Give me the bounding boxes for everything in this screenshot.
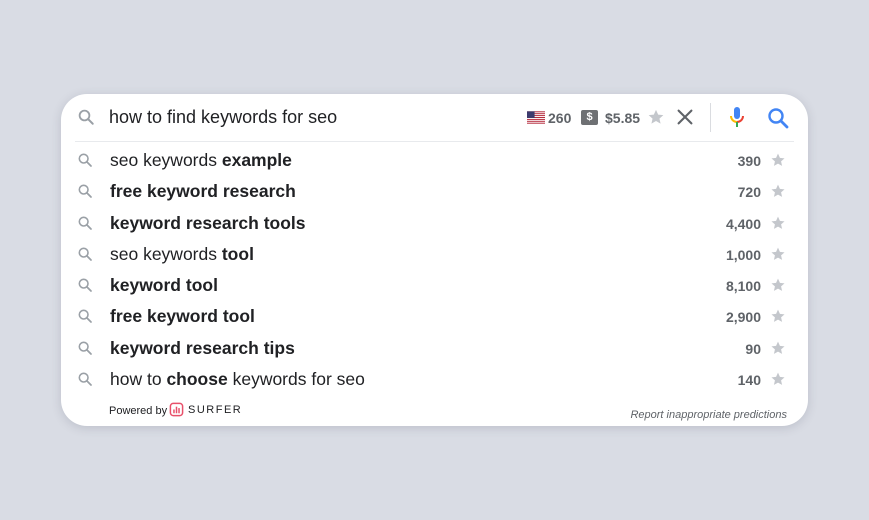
search-bar: 260 $ $5.85 xyxy=(61,94,808,141)
star-icon[interactable] xyxy=(770,277,786,293)
search-icon xyxy=(78,153,92,167)
suggestion-text-bold: example xyxy=(221,150,292,170)
mic-icon[interactable] xyxy=(725,105,749,129)
suggestion-volume: 140 xyxy=(737,372,761,389)
star-icon[interactable] xyxy=(770,246,786,262)
search-icon xyxy=(78,216,92,230)
suggestion-volume: 4,400 xyxy=(725,215,761,232)
suggestion-volume: 90 xyxy=(745,340,761,357)
surfer-brand: SURFER xyxy=(188,404,243,416)
star-icon[interactable] xyxy=(770,308,786,324)
suggestion-text-bold: choose xyxy=(166,369,228,390)
suggestion-text-bold: free keyword tool xyxy=(110,306,255,327)
search-icon xyxy=(78,184,92,199)
search-icon xyxy=(78,310,92,324)
search-icon xyxy=(78,109,94,125)
suggestion-volume: 2,900 xyxy=(725,309,761,326)
suggestion-item[interactable]: how to choose keywords for seo 140 xyxy=(61,364,808,395)
suggestion-volume: 8,100 xyxy=(725,278,761,295)
suggestion-text-bold: free keyword research xyxy=(110,181,296,202)
suggestion-text-bold: tool xyxy=(221,243,254,264)
divider xyxy=(710,103,711,132)
star-icon[interactable] xyxy=(770,340,786,356)
suggestion-item[interactable]: free keyword research 720 xyxy=(61,176,808,207)
suggestion-text-plain: how to xyxy=(110,369,167,390)
suggestion-item[interactable]: seo keywords tool 1,000 xyxy=(61,239,808,270)
suggestion-volume: 720 xyxy=(737,184,761,201)
suggestion-text-plain: seo keywords xyxy=(110,243,222,264)
suggestion-text: keyword research tips xyxy=(110,338,295,359)
cpc-icon: $ xyxy=(581,110,598,125)
surfer-logo-icon xyxy=(169,402,184,417)
suggestion-text-plain: seo keywords xyxy=(110,150,222,170)
suggestion-item[interactable]: seo keywords example 390 xyxy=(61,145,808,176)
us-flag-icon xyxy=(527,111,545,124)
search-button[interactable] xyxy=(766,106,790,130)
suggestion-item[interactable]: keyword research tips 90 xyxy=(61,333,808,364)
search-icon xyxy=(78,341,92,355)
search-icon xyxy=(78,278,92,293)
suggestion-volume: 390 xyxy=(737,153,761,169)
star-icon[interactable] xyxy=(770,371,786,387)
suggestion-text: seo keywords example xyxy=(110,150,292,171)
divider xyxy=(75,141,794,142)
search-icon xyxy=(78,247,92,261)
star-icon[interactable] xyxy=(770,215,786,231)
suggestion-text: free keyword tool xyxy=(110,306,255,327)
suggestion-text: seo keywords tool xyxy=(110,244,254,265)
report-link[interactable]: Report inappropriate predictions xyxy=(630,409,787,421)
search-icon xyxy=(78,372,92,386)
star-icon[interactable] xyxy=(647,108,665,126)
search-input[interactable] xyxy=(109,104,509,130)
suggestion-text-bold: keyword research tools xyxy=(110,212,306,233)
suggestion-item[interactable]: keyword tool 8,100 xyxy=(61,270,808,301)
suggestion-text-plain: keywords for seo xyxy=(227,369,365,390)
search-volume: 260 xyxy=(548,110,572,126)
suggestion-volume: 1,000 xyxy=(725,246,761,263)
suggestion-item[interactable]: keyword research tools 4,400 xyxy=(61,208,808,239)
star-icon[interactable] xyxy=(770,152,786,168)
suggestion-text: keyword research tools xyxy=(110,213,306,234)
star-icon[interactable] xyxy=(770,183,786,199)
suggestion-text: how to choose keywords for seo xyxy=(110,369,365,390)
powered-by-label: Powered by xyxy=(109,405,168,417)
suggestion-list: seo keywords example 390 free keyword rese… xyxy=(61,145,808,395)
search-card: 260 $ $5.85 seo keywords example 390 free … xyxy=(61,94,808,426)
clear-button[interactable] xyxy=(674,106,696,128)
suggestion-text: free keyword research xyxy=(110,181,296,202)
suggestion-text: keyword tool xyxy=(110,275,218,296)
suggestion-text-bold: keyword tool xyxy=(110,275,218,296)
cpc-value: $5.85 xyxy=(605,110,641,126)
suggestion-text-bold: keyword research tips xyxy=(110,337,295,358)
suggestion-item[interactable]: free keyword tool 2,900 xyxy=(61,301,808,332)
